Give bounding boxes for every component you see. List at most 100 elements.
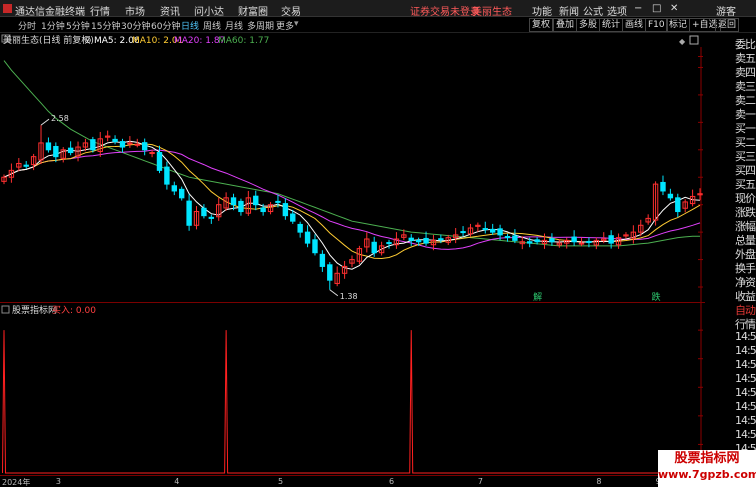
candle[interactable] [408,234,414,246]
candle[interactable] [689,189,696,207]
period-tab-daily[interactable]: 日线 [181,19,199,32]
guest-user[interactable]: 游客 [716,3,736,18]
candle[interactable] [223,192,229,211]
candle[interactable] [53,142,59,163]
candle[interactable] [460,226,466,237]
candle[interactable] [201,204,207,219]
pane-maximize-icon[interactable] [689,35,699,45]
candle[interactable] [238,198,244,216]
period-tab-1min[interactable]: 1分钟 [41,19,65,32]
indicator-chart[interactable]: 1.000.800.600.400.20 股票指标网 买入: 0.00 [0,303,705,475]
back-button[interactable]: 返回 [715,18,740,32]
event-tag[interactable]: 解 [533,291,542,303]
candle[interactable] [319,250,326,272]
candle[interactable] [208,214,215,224]
candle[interactable] [512,229,518,244]
statistics-button[interactable]: 统计 [599,18,624,32]
candle[interactable] [682,199,688,213]
menu-item-trade[interactable]: 交易 [281,3,301,18]
candle[interactable] [623,232,629,239]
candle[interactable] [697,188,703,201]
candle[interactable] [193,206,200,230]
candle[interactable] [364,232,370,253]
candle[interactable] [675,193,681,218]
candle[interactable] [304,225,311,248]
candle[interactable] [645,214,651,225]
restore-icon[interactable]: □ [652,3,661,14]
close-icon[interactable]: ✕ [670,3,678,14]
draw-line-button[interactable]: 画线 [622,18,647,32]
candle[interactable] [667,188,674,201]
menu-item-news[interactable]: 资讯 [160,3,180,18]
restore-rights-button[interactable]: 复权 [529,18,554,32]
period-tab-timeshare[interactable]: 分时 [18,19,36,32]
candle[interactable] [90,136,96,153]
more-chevron-icon[interactable]: ▾ [294,19,299,29]
candle[interactable] [253,190,259,211]
candle[interactable] [141,138,148,156]
candle[interactable] [119,138,126,153]
event-tag[interactable]: 跌 [652,292,661,303]
candle[interactable] [16,158,22,172]
candle[interactable] [267,201,274,215]
candle[interactable] [312,234,318,256]
candle[interactable] [67,141,74,156]
candle[interactable] [386,239,392,249]
candle[interactable] [164,161,170,190]
candle[interactable] [334,266,340,287]
menu-item-latest-news[interactable]: 新闻 [559,3,579,18]
login-notice[interactable]: 证券交易未登录 [410,3,480,18]
period-tab-multi[interactable]: 多周期 [247,19,274,32]
period-tab-30min[interactable]: 30分钟 [121,19,150,32]
pane-expand-icon[interactable]: ◆ [679,37,686,46]
overlay-button[interactable]: 叠加 [553,18,578,32]
menu-item-wenxiaoda[interactable]: 问小达 [194,3,224,18]
candle[interactable] [660,175,666,196]
ma-collapse-icon[interactable]: ⊖ [84,36,92,46]
candle[interactable] [630,225,637,244]
candle[interactable] [1,174,7,185]
candle[interactable] [60,147,66,163]
candle[interactable] [489,223,496,235]
candle[interactable] [149,149,155,158]
period-tab-more[interactable]: 更多 [276,19,294,32]
candle[interactable] [482,221,488,234]
candle[interactable] [652,181,659,226]
candle[interactable] [179,186,185,201]
candle[interactable] [475,222,481,232]
candle[interactable] [327,262,333,290]
candle[interactable] [593,237,600,250]
menu-item-wealth[interactable]: 财富圈 [238,3,268,18]
candle[interactable] [282,198,289,220]
period-tab-weekly[interactable]: 周线 [203,19,221,32]
candlestick-chart[interactable]: 3.083.002.802.602.402.202.001.801.601.40… [0,33,705,303]
period-tab-5min[interactable]: 5分钟 [66,19,90,32]
mark-button[interactable]: 标记 [666,18,691,32]
minimize-icon[interactable]: − [634,3,642,14]
menu-item-market[interactable]: 市场 [125,3,145,18]
candle[interactable] [186,194,192,231]
candle[interactable] [571,230,577,246]
candle[interactable] [549,233,555,246]
candle[interactable] [216,197,222,221]
menu-item-options[interactable]: 选项 [607,3,627,18]
candle[interactable] [341,260,348,279]
candle[interactable] [38,125,44,165]
menu-item-quotes[interactable]: 行情 [90,3,110,18]
multi-stock-button[interactable]: 多股 [576,18,601,32]
candle[interactable] [349,255,355,268]
candle[interactable] [23,161,29,170]
period-tab-15min[interactable]: 15分钟 [91,19,120,32]
candle[interactable] [564,237,570,249]
candle[interactable] [45,137,52,153]
candle[interactable] [297,221,303,238]
f10-button[interactable]: F10 [645,18,668,32]
period-tab-60min[interactable]: 60分钟 [151,19,180,32]
period-tab-monthly[interactable]: 月线 [225,19,243,32]
candle[interactable] [171,181,177,196]
menu-item-formula[interactable]: 公式 [583,3,603,18]
candle[interactable] [104,130,111,142]
candle[interactable] [452,228,459,244]
candle[interactable] [112,135,118,145]
menu-item-function[interactable]: 功能 [532,3,552,18]
